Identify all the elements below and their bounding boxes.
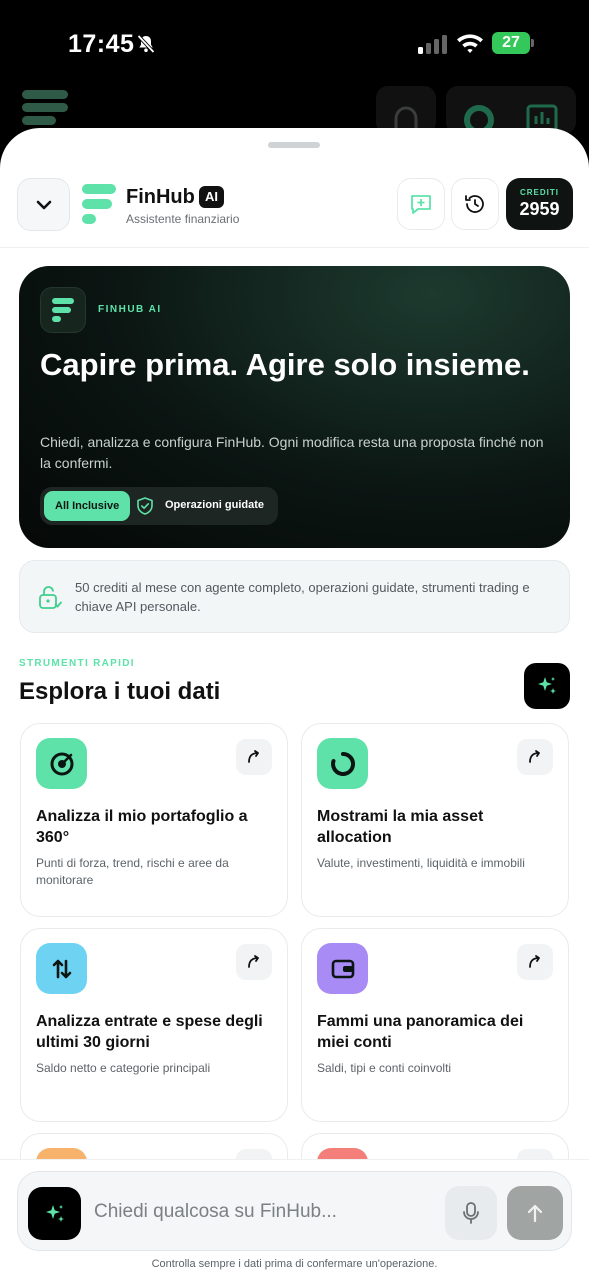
battery-level: 27 xyxy=(492,32,530,54)
quick-tool-card[interactable]: Mostrami la mia asset allocation Valute,… xyxy=(301,723,569,917)
cellular-signal-icon xyxy=(418,35,447,54)
quick-tool-card[interactable]: Analizza entrate e spese degli ultimi 30… xyxy=(20,928,288,1122)
card-title: Analizza entrate e spese degli ultimi 30… xyxy=(36,1013,263,1051)
card-arrow-button[interactable] xyxy=(517,944,553,980)
wallet-icon xyxy=(331,959,354,978)
plan-info-text: 50 crediti al mese con agente completo, … xyxy=(75,580,530,614)
quick-tool-card[interactable]: Fammi una panoramica dei miei conti Sald… xyxy=(301,928,569,1122)
wifi-icon xyxy=(457,34,483,53)
status-bar: 17:45 27 xyxy=(0,0,589,88)
background-app-logo xyxy=(22,90,70,126)
chat-composer xyxy=(17,1171,572,1251)
hero-title: Capire prima. Agire solo insieme. xyxy=(40,347,530,382)
section-kicker: STRUMENTI RAPIDI xyxy=(19,658,135,669)
finhub-logo xyxy=(82,184,118,224)
microphone-icon xyxy=(463,1202,479,1224)
credits-label: CREDITI xyxy=(520,188,559,197)
chevron-down-icon xyxy=(36,200,51,209)
card-title: Fammi una panoramica dei miei conti xyxy=(317,1013,524,1051)
disclaimer: Controlla sempre i dati prima di conferm… xyxy=(151,1258,438,1270)
status-time: 17:45 xyxy=(68,30,135,58)
bell-icon xyxy=(394,106,418,134)
microphone-button[interactable] xyxy=(445,1186,497,1240)
target-icon xyxy=(50,752,73,775)
credits-counter[interactable]: CREDITI 2959 xyxy=(506,178,573,230)
card-arrow-button[interactable] xyxy=(517,739,553,775)
brand-subtitle: Assistente finanziario xyxy=(126,212,240,226)
arrow-up-right-icon xyxy=(248,955,259,968)
plan-info-box: 50 crediti al mese con agente completo, … xyxy=(19,560,570,633)
hero-description: Chiedi, analizza e configura FinHub. Ogn… xyxy=(40,434,544,471)
unlock-icon xyxy=(39,586,62,609)
collapse-button[interactable] xyxy=(17,178,70,231)
background-toolbar xyxy=(446,86,576,135)
credits-value: 2959 xyxy=(519,199,560,219)
donut-chart-icon xyxy=(330,751,355,776)
card-icon-tile xyxy=(36,738,87,789)
app-screen: 17:45 27 FinHub AI Assistente finanziari… xyxy=(0,0,589,1280)
brand-name: FinHub xyxy=(126,186,195,208)
send-button[interactable] xyxy=(507,1186,563,1240)
card-subtitle: Saldo netto e categorie principali xyxy=(36,1061,211,1075)
new-chat-icon xyxy=(411,195,431,214)
card-title: Analizza il mio portafoglio a 360° xyxy=(36,808,248,846)
card-subtitle: Valute, investimenti, liquidità e immobi… xyxy=(317,856,525,870)
sheet-grabber[interactable] xyxy=(268,142,320,148)
card-arrow-button[interactable] xyxy=(236,739,272,775)
bell-off-icon xyxy=(137,34,155,54)
arrow-up-right-icon xyxy=(529,750,540,763)
background-notification-button xyxy=(376,86,436,134)
sparkle-icon xyxy=(538,677,556,694)
sparkle-icon xyxy=(45,1204,64,1222)
section-title: Esplora i tuoi dati xyxy=(19,678,221,705)
composer-area: Controlla sempre i dati prima di conferm… xyxy=(0,1159,589,1280)
background-toolbar-icons xyxy=(464,104,558,135)
ai-tools-button[interactable] xyxy=(28,1187,81,1240)
new-chat-button[interactable] xyxy=(397,178,445,230)
card-icon-tile xyxy=(36,943,87,994)
hero-logo xyxy=(40,287,86,333)
plan-pills: All Inclusive Operazioni guidate xyxy=(40,487,278,525)
ai-badge: AI xyxy=(199,186,224,208)
arrow-up-right-icon xyxy=(529,955,540,968)
hero-kicker: FINHUB AI xyxy=(98,304,162,315)
card-title: Mostrami la mia asset allocation xyxy=(317,808,484,846)
quick-tool-card[interactable]: Analizza il mio portafoglio a 360° Punti… xyxy=(20,723,288,917)
hero-card: FINHUB AI Capire prima. Agire solo insie… xyxy=(19,266,570,548)
assistant-header: FinHub AI Assistente finanziario CREDITI… xyxy=(0,178,589,248)
history-icon xyxy=(465,195,484,213)
battery-indicator: 27 xyxy=(492,32,534,54)
sparkle-button[interactable] xyxy=(524,663,570,709)
arrow-up-icon xyxy=(527,1204,543,1223)
swap-arrows-icon xyxy=(52,959,71,978)
plan-pill-guided-operations[interactable]: Operazioni guidate xyxy=(165,499,264,511)
card-icon-tile xyxy=(317,738,368,789)
history-button[interactable] xyxy=(451,178,499,230)
assistant-sheet: FinHub AI Assistente finanziario CREDITI… xyxy=(0,128,589,1280)
card-subtitle: Saldi, tipi e conti coinvolti xyxy=(317,1061,452,1075)
plan-pill-all-inclusive[interactable]: All Inclusive xyxy=(44,491,131,521)
chat-input[interactable] xyxy=(94,1194,464,1230)
shield-check-icon xyxy=(137,497,153,515)
card-icon-tile xyxy=(317,943,368,994)
card-subtitle: Punti di forza, trend, rischi e aree da … xyxy=(36,856,229,887)
battery-tip xyxy=(531,39,534,47)
arrow-up-right-icon xyxy=(248,750,259,763)
card-arrow-button[interactable] xyxy=(236,944,272,980)
